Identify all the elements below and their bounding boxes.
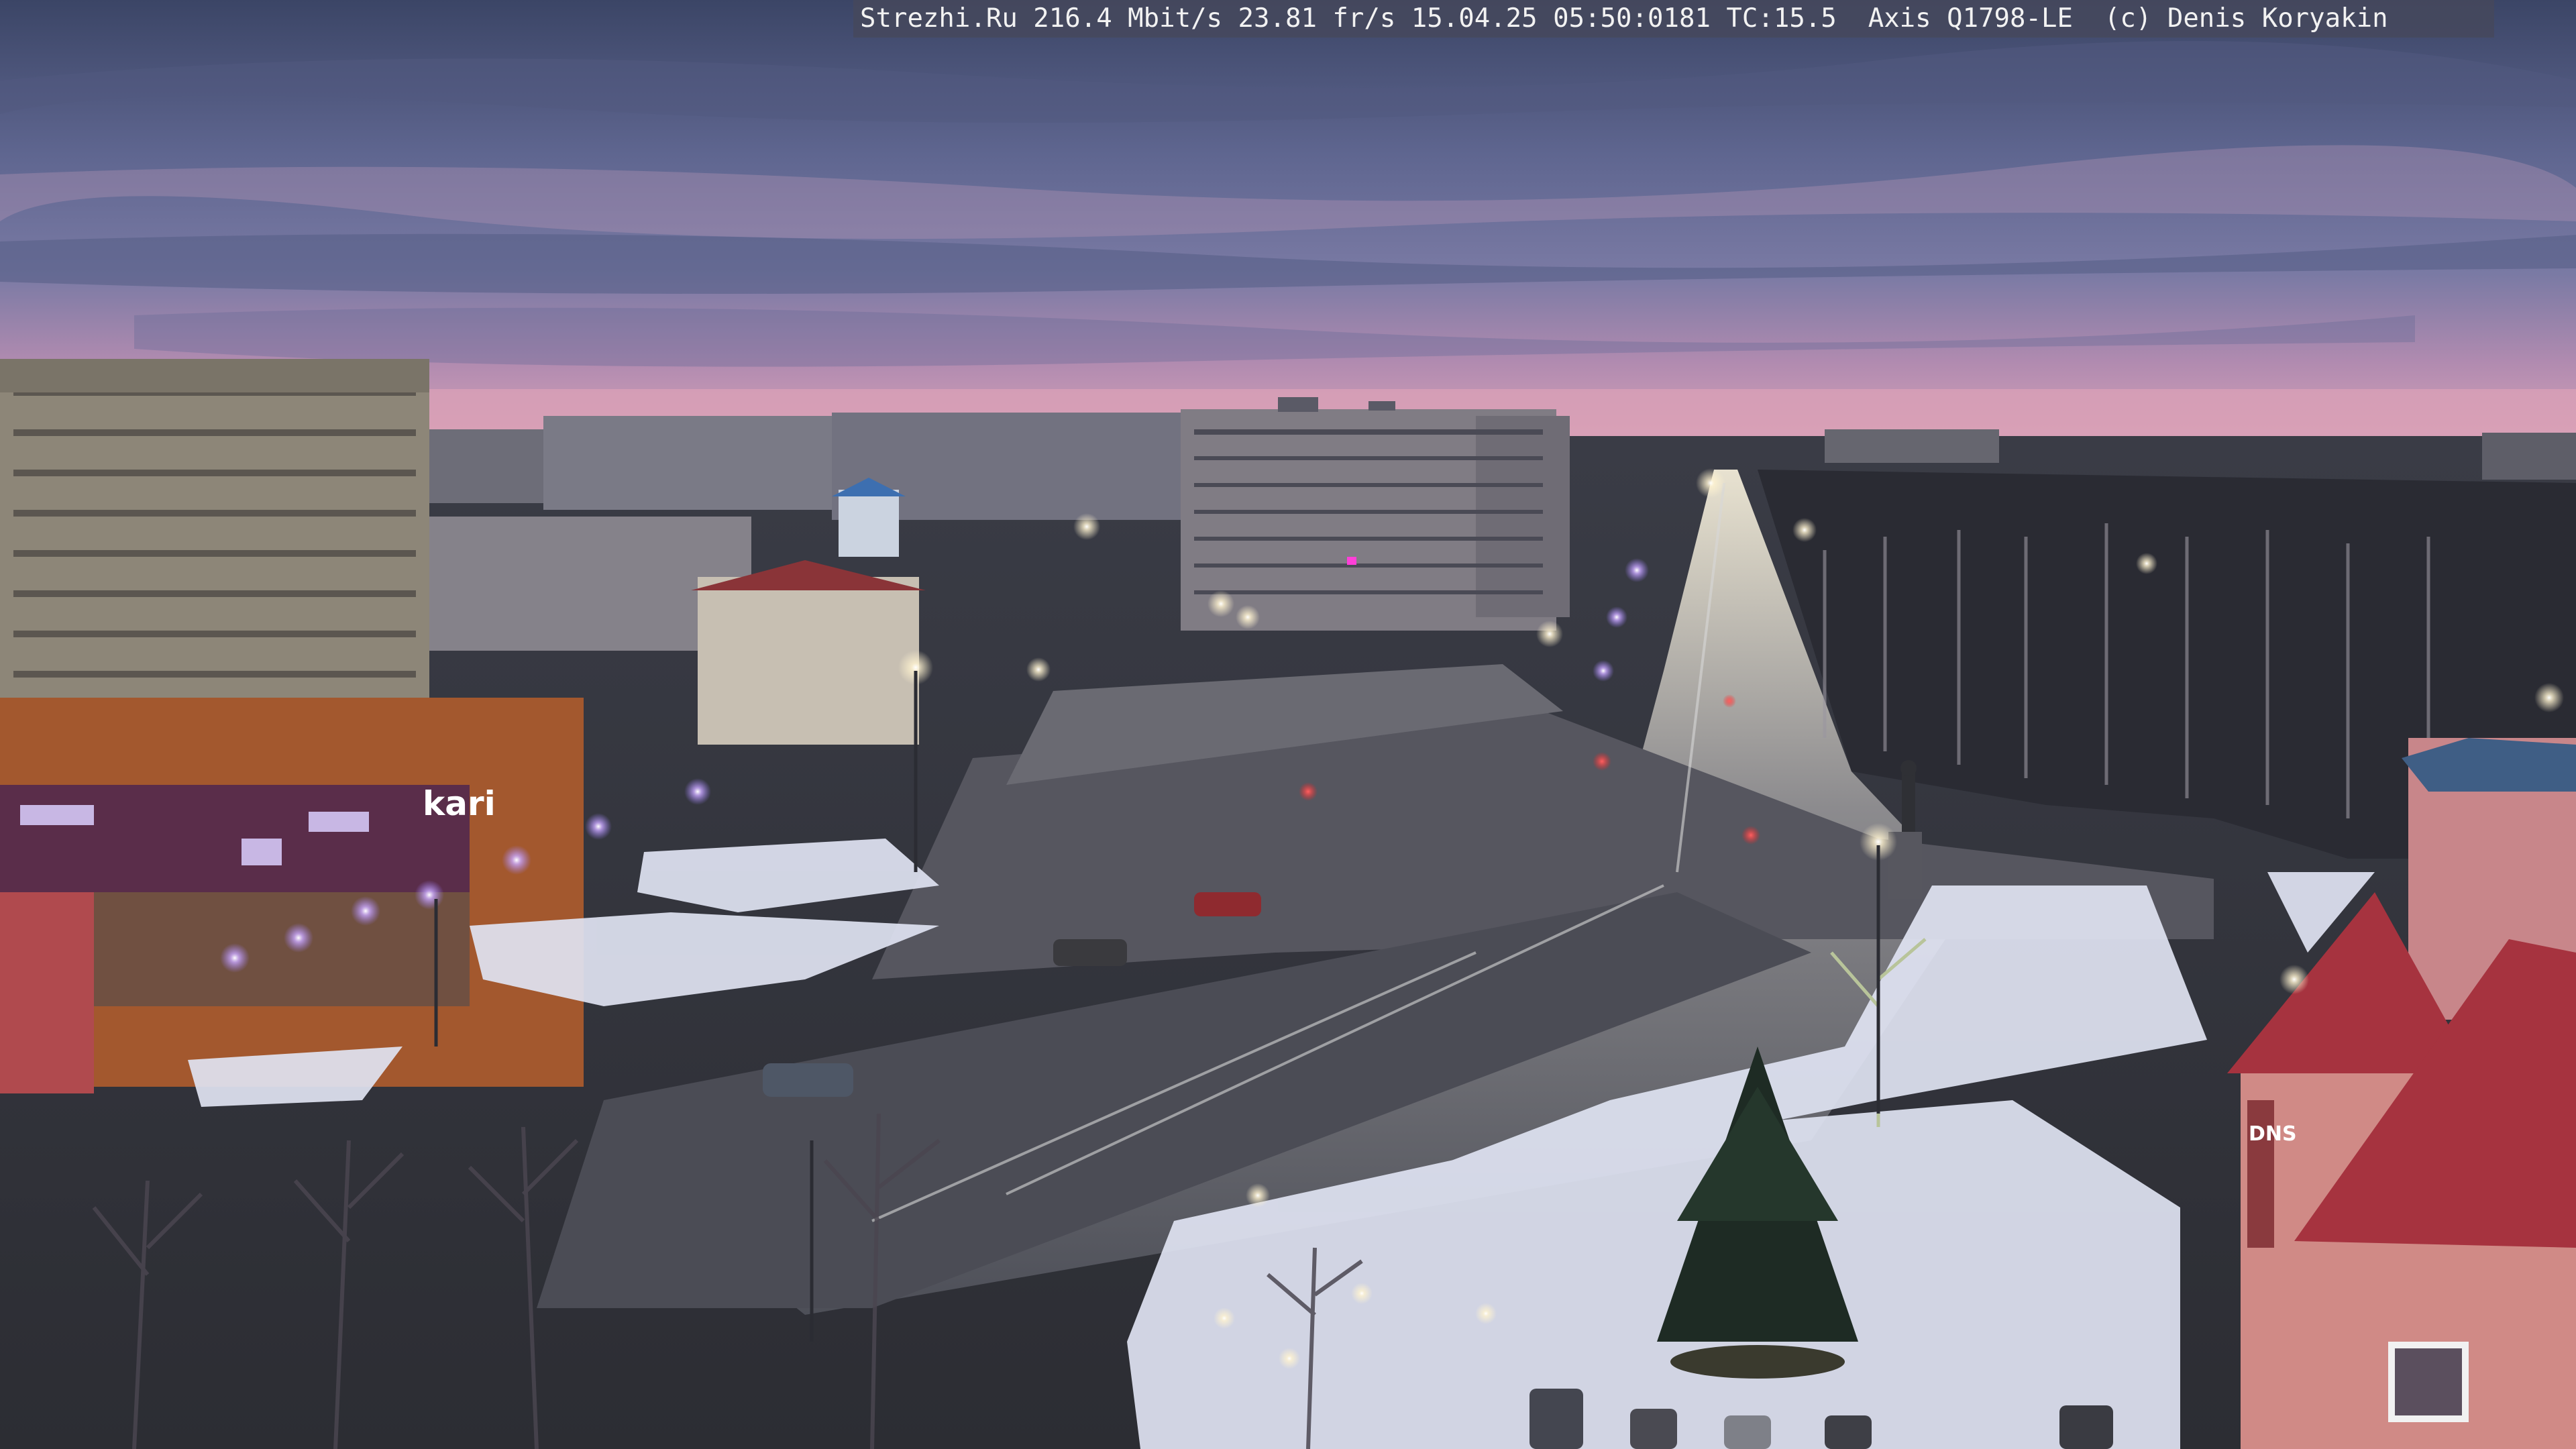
blue-tower-kiosk — [839, 490, 899, 557]
pink-window — [1347, 557, 1356, 565]
webcam-scene: kari DNS — [0, 0, 2576, 1449]
red-roof-house — [698, 577, 919, 745]
store-sign-kari: kari — [423, 784, 496, 823]
camera-info-overlay: Strezhi.Ru 216.4 Mbit/s 23.81 fr/s 15.04… — [853, 0, 2494, 38]
store-sign-dns: DNS — [2249, 1122, 2297, 1146]
